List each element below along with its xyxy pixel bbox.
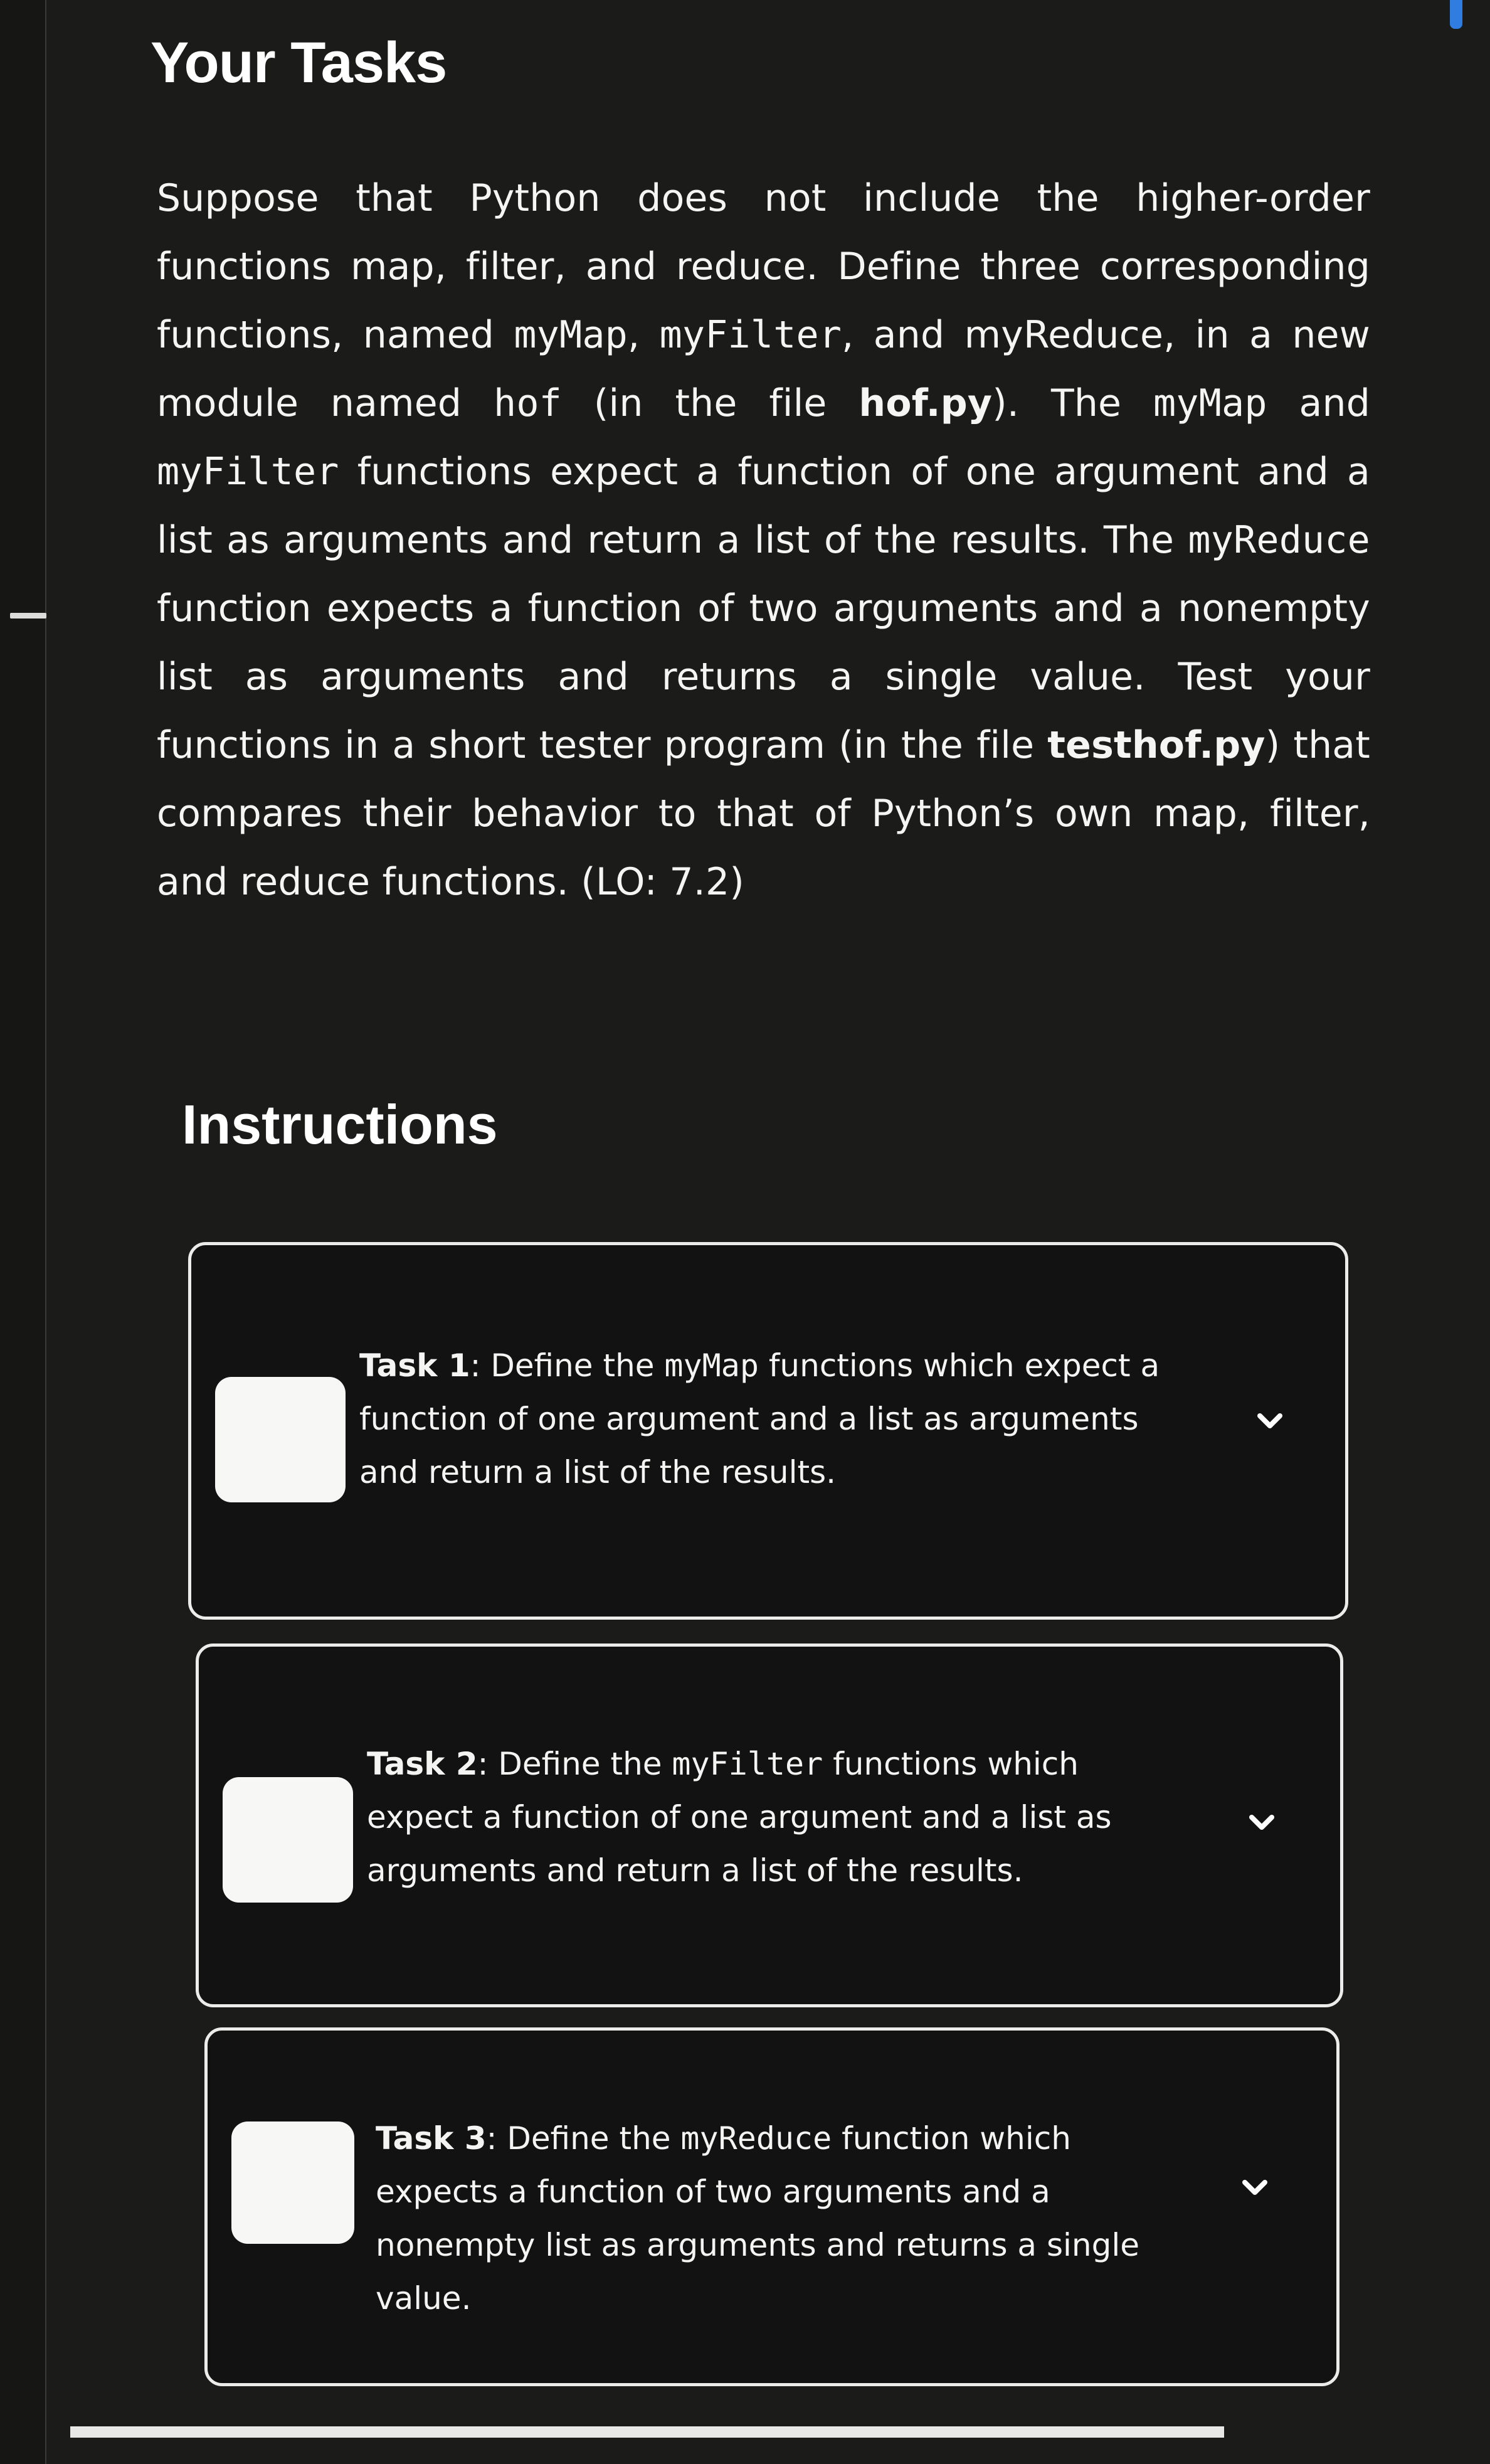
code-myMap: myMap: [514, 313, 628, 357]
submit-bar-edge[interactable]: [70, 2426, 1224, 2438]
description-text: ,: [627, 313, 660, 357]
code-myFilter: myFilter: [157, 450, 339, 494]
task-card-3[interactable]: Task 3: Define the myReduce function whi…: [204, 2027, 1339, 2386]
description-text: (in the file: [562, 381, 859, 425]
task-text: : Define the: [470, 1347, 665, 1384]
chevron-down-icon[interactable]: [1236, 2169, 1274, 2206]
code-myReduce: myReduce: [1188, 518, 1370, 562]
task-card-2[interactable]: Task 2: Define the myFilter functions wh…: [196, 1644, 1343, 2007]
description-text: ). The: [992, 381, 1154, 425]
task-description: Task 1: Define the myMap functions which…: [359, 1339, 1175, 1499]
task-text: : Define the: [477, 1746, 672, 1782]
chevron-down-icon[interactable]: [1243, 1803, 1281, 1841]
task-card-1[interactable]: Task 1: Define the myMap functions which…: [188, 1242, 1348, 1620]
task-checkbox[interactable]: [223, 1777, 353, 1903]
scrollbar-thumb[interactable]: [1450, 0, 1462, 29]
task-description: Task 3: Define the myReduce function whi…: [376, 2112, 1191, 2325]
task-label: Task 2: [367, 1746, 478, 1782]
filename-testhof-py: testhof.py: [1047, 723, 1265, 767]
instructions-heading: Instructions: [182, 1093, 498, 1155]
chevron-down-icon[interactable]: [1251, 1402, 1289, 1440]
left-side-panel: [0, 0, 46, 2464]
code-hof: hof: [494, 381, 563, 425]
task-function-name: myFilter: [672, 1746, 823, 1782]
task-function-name: myReduce: [680, 2120, 832, 2157]
panel-resize-handle[interactable]: [10, 613, 46, 619]
filename-hof-py: hof.py: [859, 381, 993, 425]
task-function-name: myMap: [664, 1347, 759, 1384]
task-checkbox[interactable]: [231, 2121, 354, 2244]
task-label: Task 1: [359, 1347, 470, 1384]
task-checkbox[interactable]: [215, 1377, 346, 1502]
code-myMap: myMap: [1153, 381, 1267, 425]
code-myFilter: myFilter: [659, 313, 842, 357]
task-description: Suppose that Python does not include the…: [157, 164, 1370, 916]
task-label: Task 3: [376, 2120, 487, 2157]
description-text: and: [1267, 381, 1370, 425]
task-description: Task 2: Define the myFilter functions wh…: [367, 1738, 1182, 1898]
page-title: Your Tasks: [151, 31, 447, 95]
task-text: : Define the: [486, 2120, 681, 2157]
